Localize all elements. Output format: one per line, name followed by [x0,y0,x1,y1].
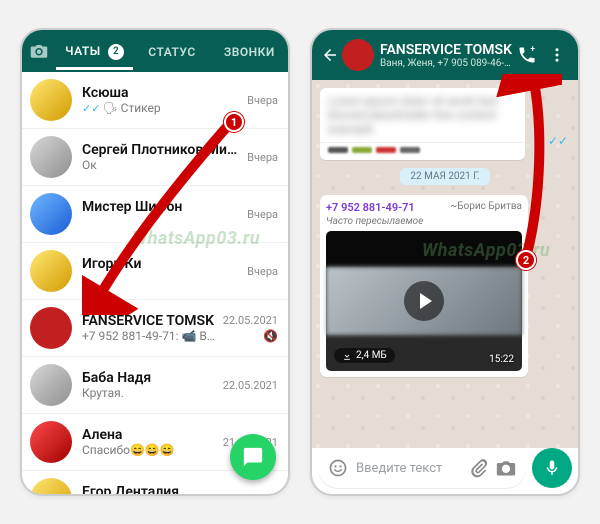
chat-snippet: ✓✓🗣 Стикер [82,101,241,115]
avatar [30,364,72,406]
camera-attach-icon[interactable] [496,459,516,477]
chat-snippet: Спасибо😄😄😄 [82,443,217,457]
chat-time: Вчера [247,94,278,107]
unread-badge: 2 [108,44,124,60]
emoji-icon[interactable] [328,458,348,478]
tab-status[interactable]: СТАТУС [133,33,210,69]
avatar [30,478,72,496]
callout-badge-1: 1 [224,112,244,132]
tab-chats-label: ЧАТЫ [65,44,101,58]
group-subtitle: Ваня, Женя, +7 905 089-46-64, +... [380,58,512,69]
header-title-block[interactable]: FANSERVICE TOMSK Ваня, Женя, +7 905 089-… [380,42,512,69]
chat-snippet: +7 952 881-49-71: 📹 Видео [82,329,217,343]
message-time: 15:22 [489,354,514,365]
phone-chat-list: ЧАТЫ 2 СТАТУС ЗВОНКИ Ксюша ✓✓🗣 Стикер Вч… [20,28,290,496]
avatar [30,307,72,349]
chat-time: 22.05.2021 [223,379,278,392]
input-bar: Введите текст [318,448,572,488]
sender-number: +7 952 881-49-71 [326,201,415,214]
play-icon[interactable] [404,281,444,321]
tab-chats[interactable]: ЧАТЫ 2 [56,32,133,70]
chat-body: ✓✓ Lorem ipsum dolor sit amet text blurr… [312,80,578,448]
avatar [30,193,72,235]
avatar [30,250,72,292]
camera-icon[interactable] [22,43,56,59]
back-icon[interactable] [318,46,342,64]
group-call-icon[interactable]: + [512,45,542,65]
chat-row[interactable]: Баба Надя Крутая. 22.05.2021 [22,356,288,413]
download-size[interactable]: 2,4 МБ [334,348,395,363]
menu-icon[interactable] [542,46,572,64]
chat-time: 22.05.2021 [223,314,278,327]
group-title: FANSERVICE TOMSK [380,42,512,58]
callout-arrow-2 [492,74,562,264]
chat-snippet: Крутая. [82,386,217,400]
callout-arrow-1 [82,115,252,315]
avatar [30,421,72,463]
input-placeholder: Введите текст [356,461,460,476]
chat-name: Баба Надя [82,370,217,386]
chat-name: FANSERVICE TOMSK [82,313,217,329]
new-chat-fab[interactable] [230,434,276,480]
tab-calls[interactable]: ЗВОНКИ [211,33,288,69]
chat-name: Ксюша [82,85,241,101]
mic-button[interactable] [532,448,572,488]
svg-text:+: + [530,45,535,55]
message-input[interactable]: Введите текст [318,448,526,488]
top-bar: ЧАТЫ 2 СТАТУС ЗВОНКИ [22,30,288,72]
avatar [30,136,72,178]
callout-badge-2: 2 [516,250,536,270]
chat-name: Алена [82,427,217,443]
chat-name: Егор Денталия [82,484,272,496]
muted-icon: 🔇 [223,329,278,343]
avatar [30,79,72,121]
phone-conversation: FANSERVICE TOMSK Ваня, Женя, +7 905 089-… [310,28,580,496]
conversation-header: FANSERVICE TOMSK Ваня, Женя, +7 905 089-… [312,30,578,80]
attach-icon[interactable] [468,458,488,478]
group-avatar[interactable] [342,39,374,71]
date-chip: 22 МАЯ 2021 Г. [400,168,489,185]
